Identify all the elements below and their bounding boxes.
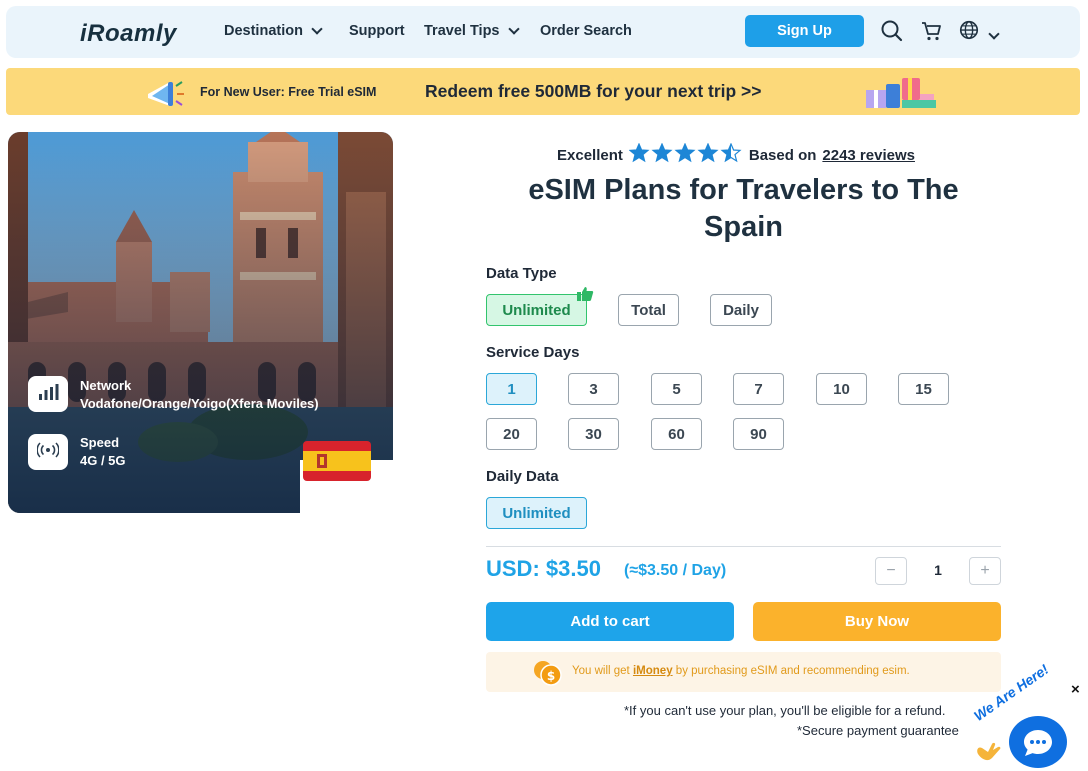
service-days-option-90[interactable]: 90 — [733, 418, 784, 450]
thumbs-up-icon — [576, 286, 594, 307]
nav-support[interactable]: Support — [349, 23, 405, 39]
network-value: Vodafone/Orange/Yoigo(Xfera Moviles) — [80, 396, 319, 411]
reviews-link[interactable]: 2243 reviews — [822, 147, 915, 164]
rating-summary: Excellent Based on 2243 reviews — [557, 142, 915, 167]
service-days-label: Service Days — [486, 344, 580, 361]
network-label: Network — [80, 378, 132, 393]
search-icon[interactable] — [880, 19, 904, 48]
nav-travel-tips-label: Travel Tips — [424, 23, 500, 39]
refund-note: *If you can't use your plan, you'll be e… — [624, 703, 946, 718]
divider — [486, 546, 1001, 547]
quantity-input[interactable] — [918, 562, 958, 578]
buy-now-button[interactable]: Buy Now — [753, 602, 1001, 641]
rating-label: Excellent — [557, 146, 623, 164]
language-chevron-down-icon[interactable] — [988, 25, 1000, 43]
daily-data-label: Daily Data — [486, 468, 559, 485]
nav-order-search[interactable]: Order Search — [540, 23, 632, 39]
wireless-signal-icon — [36, 441, 60, 463]
gifts-icon — [864, 74, 940, 115]
speed-value: 4G / 5G — [80, 453, 126, 468]
secure-payment-note: *Secure payment guarantee — [797, 723, 959, 738]
promo-redeem-link[interactable]: Redeem free 500MB for your next trip >> — [425, 81, 762, 102]
cart-icon[interactable] — [920, 19, 944, 48]
signal-bars-icon — [37, 383, 59, 406]
service-days-option-20[interactable]: 20 — [486, 418, 537, 450]
promo-small-text: For New User: Free Trial eSIM — [200, 85, 377, 99]
add-to-cart-button[interactable]: Add to cart — [486, 602, 734, 641]
service-days-option-3[interactable]: 3 — [568, 373, 619, 405]
coins-icon: $ — [532, 659, 564, 692]
speed-label: Speed — [80, 435, 120, 450]
nav-destination[interactable]: Destination — [224, 23, 323, 39]
chat-bubble-icon — [1022, 728, 1054, 763]
chat-button[interactable] — [1009, 716, 1067, 768]
megaphone-icon — [144, 76, 186, 113]
price-per-day: (≈$3.50 / Day) — [624, 562, 727, 579]
nav-travel-tips[interactable]: Travel Tips — [424, 23, 520, 39]
service-days-option-1[interactable]: 1 — [486, 373, 537, 405]
promo-banner[interactable]: For New User: Free Trial eSIM Redeem fre… — [6, 68, 1080, 115]
price: USD: $3.50 — [486, 556, 601, 581]
imoney-banner: $ You will get iMoney by purchasing eSIM… — [486, 652, 1001, 692]
chat-close-icon[interactable]: × — [1071, 681, 1080, 698]
data-type-label: Data Type — [486, 265, 557, 282]
page-title: eSIM Plans for Travelers to The Spain — [528, 174, 959, 243]
globe-icon[interactable] — [958, 19, 980, 46]
data-type-option-total[interactable]: Total — [618, 294, 679, 326]
quantity-increase-button[interactable]: + — [969, 557, 1001, 585]
logo[interactable]: iRoamly — [80, 20, 177, 48]
nav-order-search-label: Order Search — [540, 23, 632, 39]
nav-destination-label: Destination — [224, 23, 303, 39]
quantity-decrease-button[interactable]: − — [875, 557, 907, 585]
spain-flag-icon — [303, 441, 371, 486]
imoney-link[interactable]: iMoney — [633, 665, 673, 677]
service-days-option-30[interactable]: 30 — [568, 418, 619, 450]
data-type-option-daily[interactable]: Daily — [710, 294, 772, 326]
svg-text:$: $ — [547, 669, 555, 683]
imoney-prefix: You will get — [572, 665, 630, 677]
service-days-option-5[interactable]: 5 — [651, 373, 702, 405]
daily-data-option-unlimited[interactable]: Unlimited — [486, 497, 587, 529]
waving-hand-icon — [974, 740, 1002, 767]
speed-icon-box — [28, 434, 68, 470]
site-header: iRoamly Destination Support Travel Tips … — [6, 6, 1080, 58]
data-type-option-unlimited[interactable]: Unlimited — [486, 294, 587, 326]
sign-up-button[interactable]: Sign Up — [745, 15, 864, 47]
service-days-option-15[interactable]: 15 — [898, 373, 949, 405]
nav-support-label: Support — [349, 23, 405, 39]
service-days-option-60[interactable]: 60 — [651, 418, 702, 450]
service-days-option-7[interactable]: 7 — [733, 373, 784, 405]
rating-stars — [628, 142, 743, 167]
chevron-down-icon — [311, 23, 323, 35]
network-icon-box — [28, 376, 68, 412]
service-days-option-10[interactable]: 10 — [816, 373, 867, 405]
imoney-suffix: by purchasing eSIM and recommending esim… — [675, 665, 910, 677]
based-on-label: Based on — [748, 146, 817, 164]
imoney-text: You will get iMoney by purchasing eSIM a… — [572, 665, 910, 677]
chevron-down-icon — [507, 23, 520, 35]
